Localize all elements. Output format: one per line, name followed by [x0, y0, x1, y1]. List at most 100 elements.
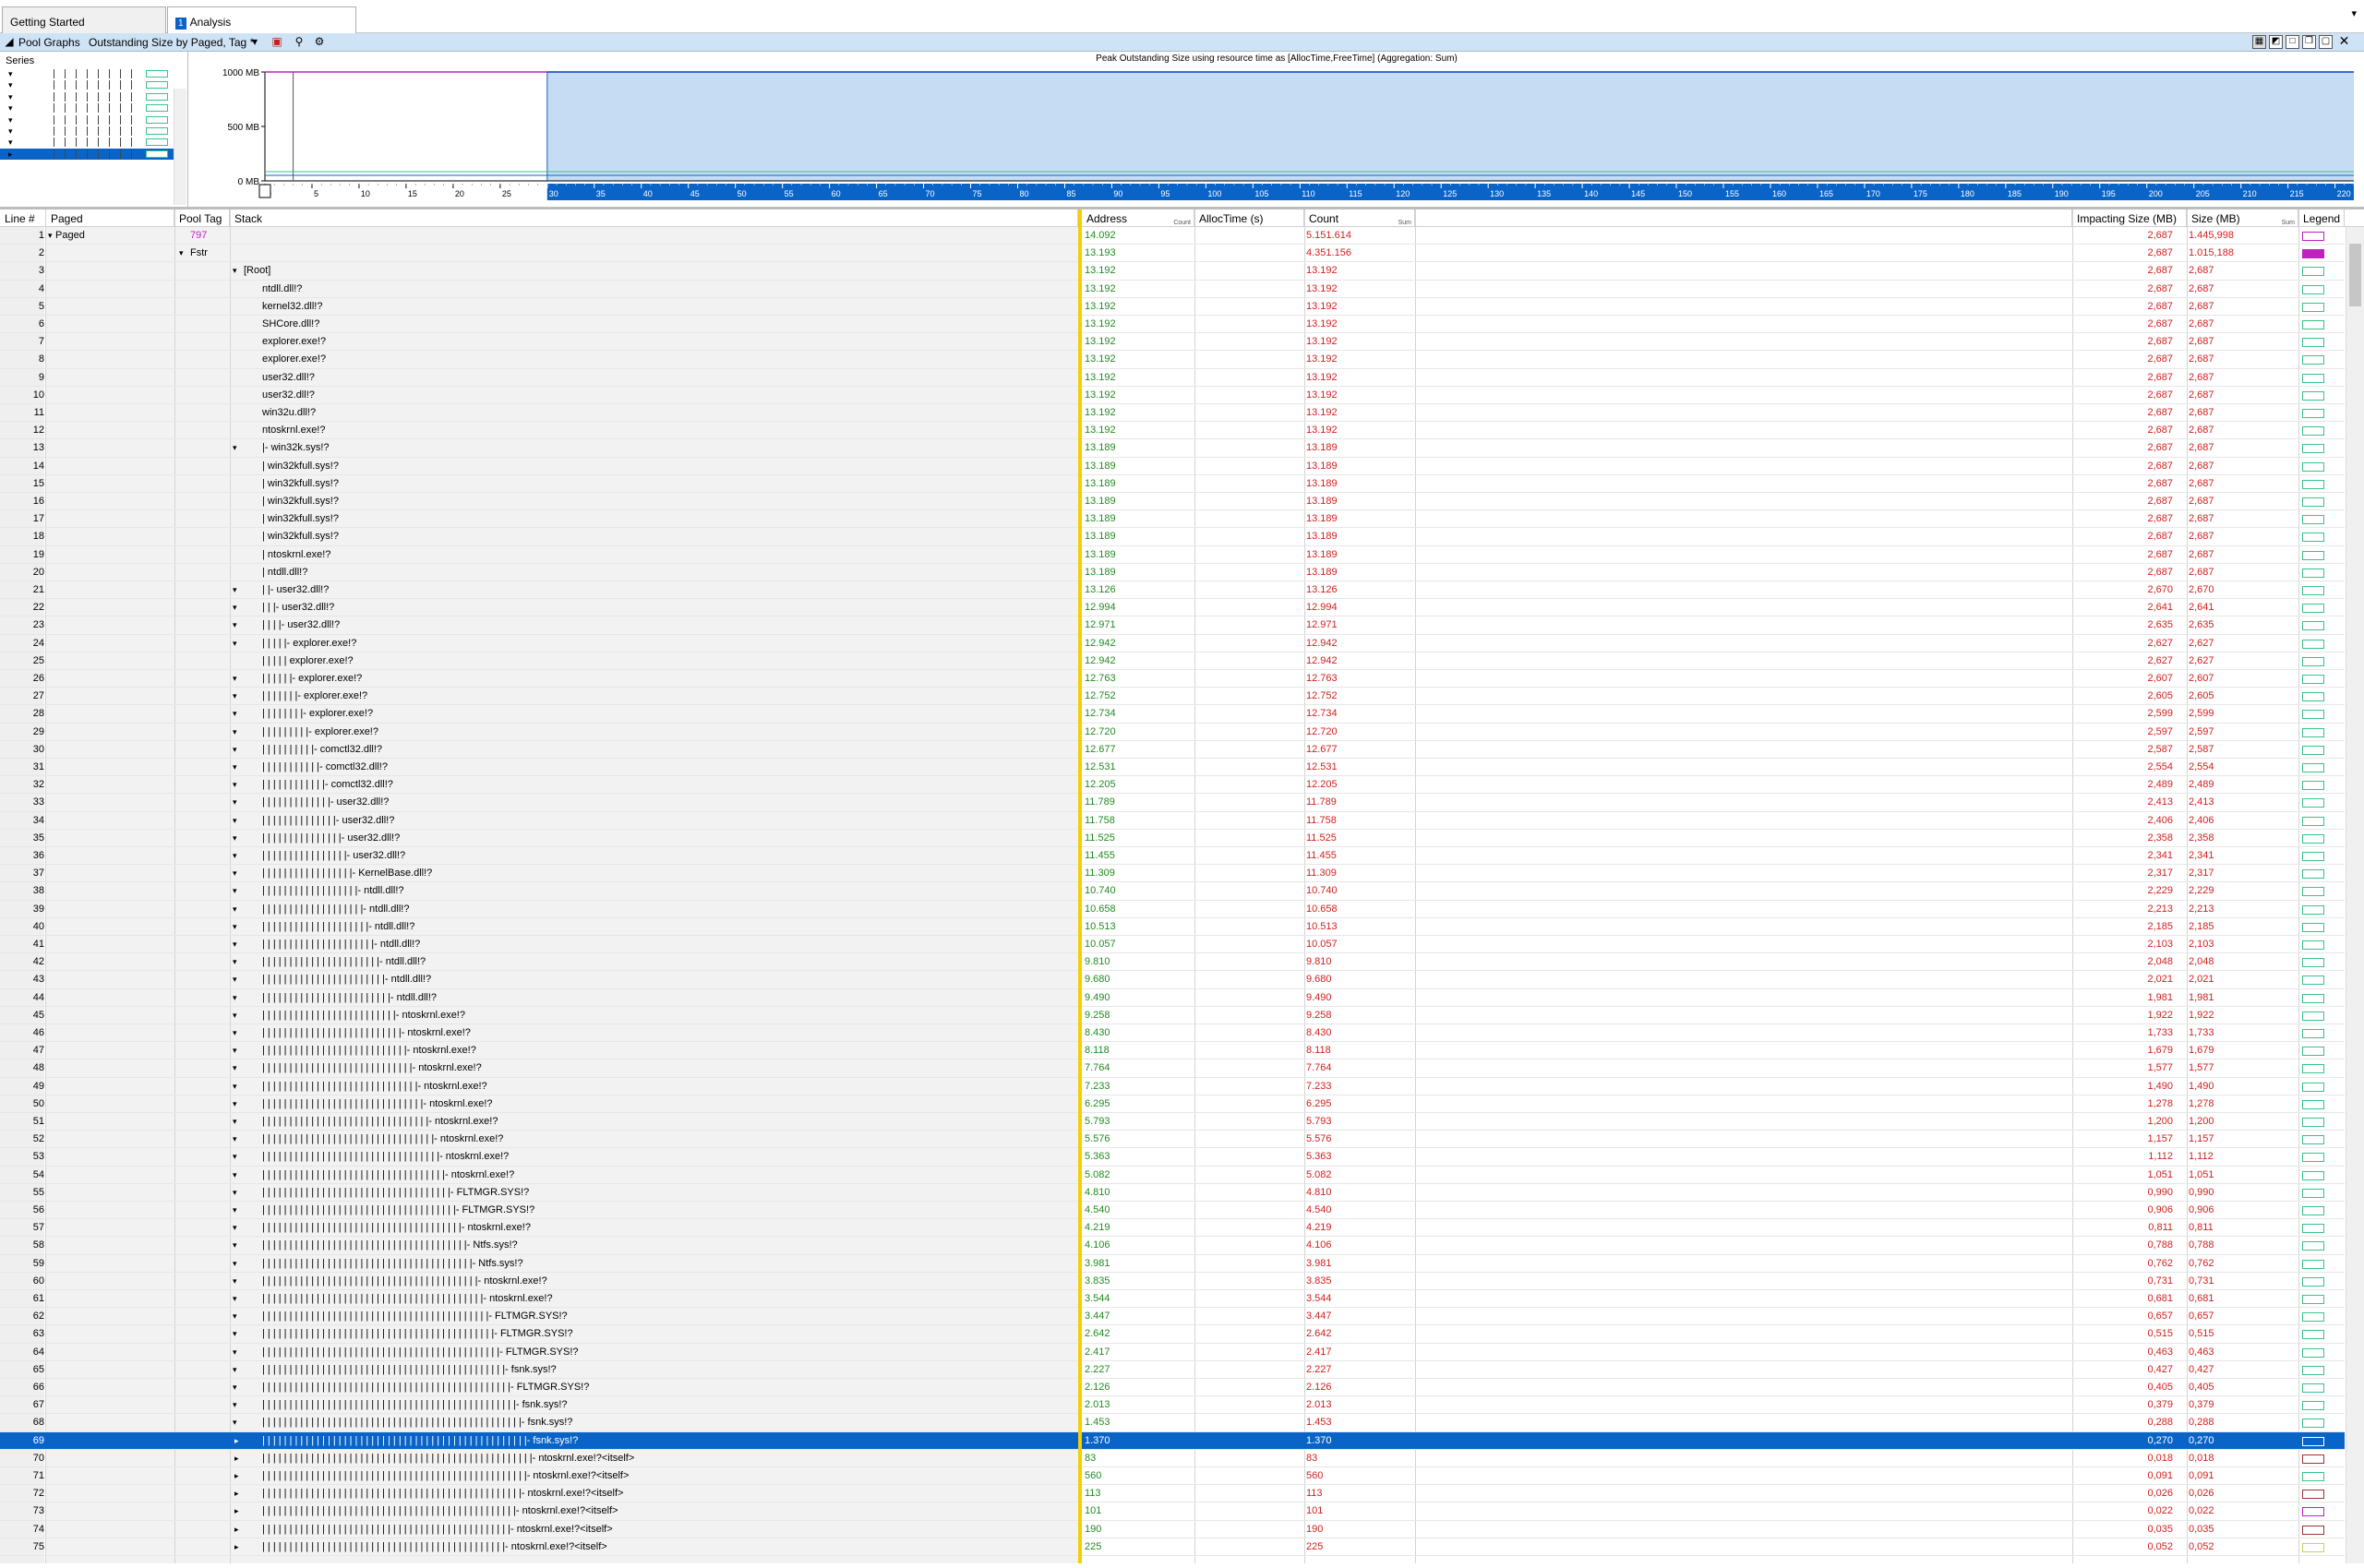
row-legend-swatch[interactable]	[2302, 1472, 2324, 1481]
table-row[interactable]: 10 user32.dll!? 13.192 13.192 2,687 2,687	[0, 387, 2345, 404]
search-icon[interactable]: ⚲	[292, 35, 306, 49]
expand-triangle-icon[interactable]: ▾	[233, 868, 237, 879]
row-legend-swatch[interactable]	[2302, 302, 2324, 312]
expand-triangle-icon[interactable]: ▾	[8, 91, 13, 102]
expand-triangle-icon[interactable]: ▾	[233, 886, 237, 896]
row-legend-swatch[interactable]	[2302, 1295, 2324, 1304]
expand-triangle-icon[interactable]: ▾	[8, 114, 13, 126]
row-legend-swatch[interactable]	[2302, 1347, 2324, 1358]
collapsed-triangle-icon[interactable]: ▸	[234, 1489, 239, 1499]
table-row[interactable]: 19 | ntoskrnl.exe!? 13.189 13.189 2,687 2,687	[0, 546, 2345, 564]
expand-triangle-icon[interactable]: ▾	[233, 745, 237, 755]
series-row[interactable]: ▾	[0, 102, 175, 114]
table-row[interactable]: 2 ▾ Fstr 13.193 4.351.156 2,687 1.015,188	[0, 245, 2345, 263]
row-legend-swatch[interactable]	[2302, 1312, 2324, 1323]
table-row[interactable]: 59 ▾ | | | | | | | | | | | | | | | | | | |…	[0, 1255, 2345, 1273]
maximize-icon[interactable]: ▢	[2319, 35, 2333, 49]
table-row[interactable]: 55 ▾ | | | | | | | | | | | | | | | | | | |…	[0, 1184, 2345, 1202]
expand-triangle-icon[interactable]: ▾	[233, 1188, 237, 1198]
row-legend-swatch[interactable]	[2302, 1082, 2324, 1092]
table-row[interactable]: 63 ▾ | | | | | | | | | | | | | | | | | | |…	[0, 1325, 2345, 1344]
row-legend-swatch[interactable]	[2302, 798, 2324, 808]
expand-triangle-icon[interactable]: ▾	[233, 975, 237, 985]
row-legend-swatch[interactable]	[2302, 1259, 2324, 1269]
table-row[interactable]: 26 ▾ | | | | | |- explorer.exe!? 12.763 12.7…	[0, 670, 2345, 688]
table-row[interactable]: 11 win32u.dll!? 13.192 13.192 2,687 2,687	[0, 404, 2345, 423]
table-row[interactable]: 50 ▾ | | | | | | | | | | | | | | | | | | |…	[0, 1095, 2345, 1113]
header-stack[interactable]: Stack	[230, 209, 1078, 227]
table-row[interactable]: 12 ntoskrnl.exe!? 13.192 13.192 2,687 2,687	[0, 422, 2345, 440]
table-row[interactable]: 35 ▾ | | | | | | | | | | | | | | |- user32…	[0, 830, 2345, 847]
row-legend-swatch[interactable]	[2302, 355, 2324, 365]
row-legend-swatch[interactable]	[2302, 1011, 2324, 1021]
series-color-swatch[interactable]	[146, 81, 168, 90]
expand-triangle-icon[interactable]: ▾	[233, 1028, 237, 1038]
expand-triangle-icon[interactable]: ▾	[233, 1240, 237, 1251]
row-legend-swatch[interactable]	[2302, 515, 2324, 525]
row-legend-swatch[interactable]	[2302, 958, 2324, 968]
view-graph-table-icon[interactable]: ◩	[2269, 35, 2283, 49]
table-row[interactable]: 36 ▾ | | | | | | | | | | | | | | | |- user…	[0, 847, 2345, 866]
table-row[interactable]: 39 ▾ | | | | | | | | | | | | | | | | | | |…	[0, 901, 2345, 918]
chart-svg[interactable]: 1000 MB500 MB0 MB05101520253035404550556…	[189, 52, 2364, 207]
expand-triangle-icon[interactable]: ▾	[233, 1063, 237, 1073]
expand-triangle-icon[interactable]: ▾	[233, 1099, 237, 1109]
expand-triangle-icon[interactable]: ▾	[8, 137, 13, 148]
view-table-only-icon[interactable]: □	[2286, 35, 2299, 49]
expand-triangle-icon[interactable]: ▾	[8, 126, 13, 137]
row-legend-swatch[interactable]	[2302, 1542, 2324, 1552]
view-graph-only-icon[interactable]: ▦	[2252, 35, 2266, 49]
table-row[interactable]: 30 ▾ | | | | | | | | | |- comctl32.dll!? 12…	[0, 741, 2345, 759]
table-row[interactable]: 58 ▾ | | | | | | | | | | | | | | | | | | |…	[0, 1237, 2345, 1255]
expand-triangle-icon[interactable]: ▾	[233, 851, 237, 861]
row-legend-swatch[interactable]	[2302, 922, 2324, 932]
series-color-swatch[interactable]	[146, 138, 168, 147]
table-row[interactable]: 57 ▾ | | | | | | | | | | | | | | | | | | |…	[0, 1219, 2345, 1238]
row-legend-swatch[interactable]	[2302, 1383, 2324, 1393]
row-legend-swatch[interactable]	[2302, 1525, 2324, 1535]
series-row[interactable]: ▾	[0, 126, 175, 137]
expand-triangle-icon[interactable]: ▾	[233, 780, 237, 790]
table-row[interactable]: 7 explorer.exe!? 13.192 13.192 2,687 2,687	[0, 333, 2345, 352]
table-row[interactable]: 48 ▾ | | | | | | | | | | | | | | | | | | |…	[0, 1059, 2345, 1078]
row-legend-swatch[interactable]	[2302, 568, 2324, 578]
series-color-swatch[interactable]	[146, 70, 168, 78]
row-legend-swatch[interactable]	[2302, 249, 2324, 259]
table-row[interactable]: 74 ▸ | | | | | | | | | | | | | | | | | | |…	[0, 1521, 2345, 1538]
expand-triangle-icon[interactable]: ▾	[233, 266, 237, 276]
expand-triangle-icon[interactable]: ▾	[233, 1400, 237, 1410]
row-legend-swatch[interactable]	[2302, 267, 2324, 277]
row-legend-swatch[interactable]	[2302, 284, 2324, 294]
header-impacting-size[interactable]: Impacting Size (MB)	[2072, 209, 2187, 227]
row-legend-swatch[interactable]	[2302, 533, 2324, 543]
expand-triangle-icon[interactable]: ▾	[233, 957, 237, 967]
row-legend-swatch[interactable]	[2302, 639, 2324, 649]
table-row[interactable]: 31 ▾ | | | | | | | | | | |- comctl32.dll!?…	[0, 759, 2345, 777]
table-row[interactable]: 6 SHCore.dll!? 13.192 13.192 2,687 2,687	[0, 316, 2345, 334]
table-row[interactable]: 34 ▾ | | | | | | | | | | | | | |- user32.d…	[0, 812, 2345, 830]
expand-triangle-icon[interactable]: ▾	[233, 1347, 237, 1358]
row-legend-swatch[interactable]	[2302, 390, 2324, 401]
expand-triangle-icon[interactable]: ▾	[233, 1294, 237, 1304]
table-row[interactable]: 14 | win32kfull.sys!? 13.189 13.189 2,687 2,6…	[0, 458, 2345, 475]
expand-triangle-icon[interactable]: ▾	[233, 940, 237, 950]
table-row[interactable]: 73 ▸ | | | | | | | | | | | | | | | | | | |…	[0, 1502, 2345, 1521]
series-row[interactable]: ▾	[0, 137, 175, 148]
header-legend[interactable]: Legend	[2298, 209, 2345, 227]
expand-triangle-icon[interactable]: ▾	[233, 1329, 237, 1339]
series-color-swatch[interactable]	[146, 104, 168, 113]
series-color-swatch[interactable]	[146, 127, 168, 135]
header-count[interactable]: Count Sum	[1304, 209, 1415, 227]
expand-triangle-icon[interactable]: ▾	[233, 833, 237, 844]
row-legend-swatch[interactable]	[2302, 1454, 2324, 1464]
series-scrollbar[interactable]	[174, 89, 186, 205]
table-row[interactable]: 38 ▾ | | | | | | | | | | | | | | | | | |- …	[0, 882, 2345, 901]
row-legend-swatch[interactable]	[2302, 444, 2324, 454]
header-alloctime[interactable]: AllocTime (s)	[1194, 209, 1304, 227]
expand-triangle-icon[interactable]: ▾	[233, 1011, 237, 1021]
graph-type-icon[interactable]: ▣	[270, 35, 284, 49]
collapsed-triangle-icon[interactable]: ▸	[234, 1525, 239, 1535]
expand-triangle-icon[interactable]: ▾	[233, 727, 237, 737]
collapsed-triangle-icon[interactable]: ▸	[234, 1542, 239, 1552]
header-pool-tag[interactable]: Pool Tag	[174, 209, 230, 227]
